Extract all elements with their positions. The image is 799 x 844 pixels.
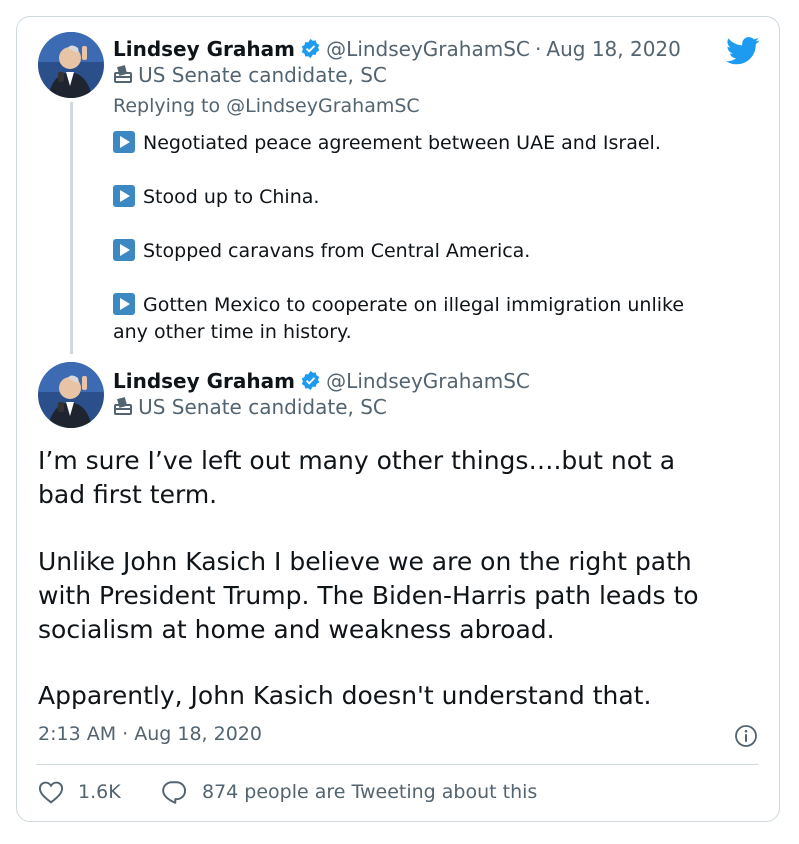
- bullet-text: Stood up to China.: [143, 186, 320, 208]
- ballot-box-icon: [113, 396, 133, 420]
- tweet-timestamp[interactable]: 2:13 AM · Aug 18, 2020: [38, 723, 262, 745]
- tweet-text-line: Apparently, John Kasich doesn't understa…: [38, 681, 652, 710]
- play-button-emoji-icon: [113, 185, 135, 207]
- like-count[interactable]: 1.6K: [78, 781, 121, 803]
- bullet-text: Negotiated peace agreement between UAE a…: [143, 132, 661, 154]
- tweet-date[interactable]: Aug 18, 2020: [546, 37, 680, 61]
- bullet-item: Stopped caravans from Central America.: [113, 238, 530, 265]
- tweet-text-line: I’m sure I’ve left out many other things…: [38, 446, 676, 475]
- bullet-text: Stopped caravans from Central America.: [143, 240, 531, 262]
- author-name[interactable]: Lindsey Graham: [113, 369, 295, 393]
- avatar[interactable]: [38, 362, 104, 428]
- author-handle[interactable]: @LindseyGrahamSC: [326, 37, 530, 61]
- author-name[interactable]: Lindsey Graham: [113, 37, 295, 61]
- candidate-label: US Senate candidate, SC: [138, 395, 387, 419]
- ballot-box-icon: [113, 64, 133, 88]
- separator-dot: ·: [534, 37, 542, 61]
- bullet-item: Stood up to China.: [113, 184, 319, 211]
- thread-line: [70, 102, 73, 354]
- bullet-text-continuation: any other time in history.: [113, 321, 352, 343]
- reply-bubble-icon[interactable]: [161, 780, 187, 808]
- candidate-label: US Senate candidate, SC: [138, 63, 387, 87]
- tweeting-about-link[interactable]: 874 people are Tweeting about this: [202, 781, 537, 803]
- play-button-emoji-icon: [113, 293, 135, 315]
- tweet-text-line: Unlike John Kasich I believe we are on t…: [38, 547, 692, 576]
- tweet-text-line: socialism at home and weakness abroad.: [38, 615, 555, 644]
- replying-handle-link[interactable]: @LindseyGrahamSC: [226, 95, 420, 117]
- play-button-emoji-icon: [113, 239, 135, 261]
- avatar[interactable]: [38, 32, 104, 98]
- tweet-text-line: with President Trump. The Biden-Harris p…: [38, 581, 699, 610]
- verified-badge-icon: [300, 38, 321, 63]
- replying-to: Replying to @LindseyGrahamSC: [113, 95, 420, 117]
- like-heart-icon[interactable]: [38, 780, 64, 808]
- play-button-emoji-icon: [113, 131, 135, 153]
- twitter-bird-icon[interactable]: [726, 37, 760, 69]
- tweet-text-line: bad first term.: [38, 480, 218, 509]
- info-icon[interactable]: [734, 724, 758, 752]
- replying-prefix: Replying to: [113, 95, 221, 117]
- author-handle[interactable]: @LindseyGrahamSC: [326, 369, 530, 393]
- bullet-item: Gotten Mexico to cooperate on illegal im…: [113, 292, 684, 319]
- divider: [36, 764, 758, 765]
- verified-badge-icon: [300, 370, 321, 395]
- bullet-item: Negotiated peace agreement between UAE a…: [113, 130, 661, 157]
- bullet-text: Gotten Mexico to cooperate on illegal im…: [143, 294, 685, 316]
